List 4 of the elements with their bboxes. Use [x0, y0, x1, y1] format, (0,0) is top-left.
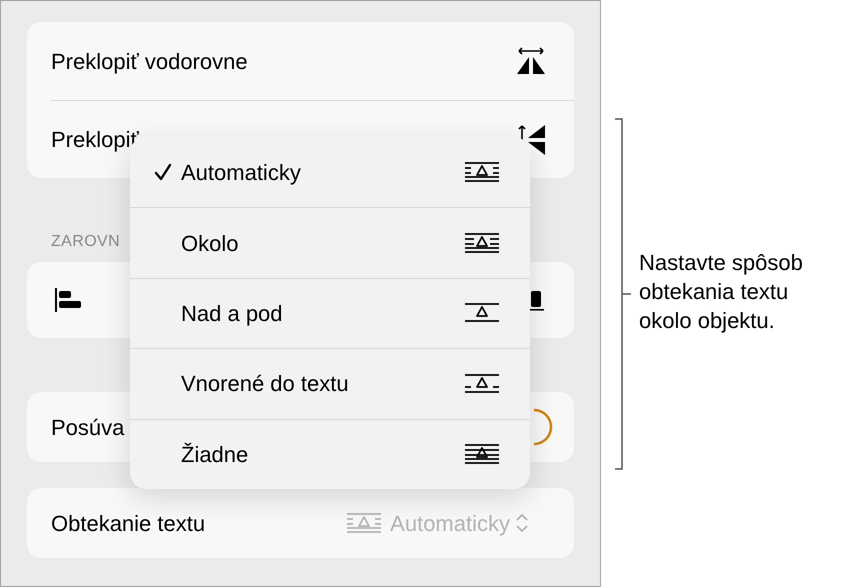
- section-label: ZAROVN: [50, 232, 120, 252]
- move-label: Posúva: [51, 414, 124, 442]
- callout-text: Nastavte spôsob obtekania textu okolo objektu.: [639, 248, 804, 334]
- wrap-label: Obtekanie textu: [51, 510, 206, 538]
